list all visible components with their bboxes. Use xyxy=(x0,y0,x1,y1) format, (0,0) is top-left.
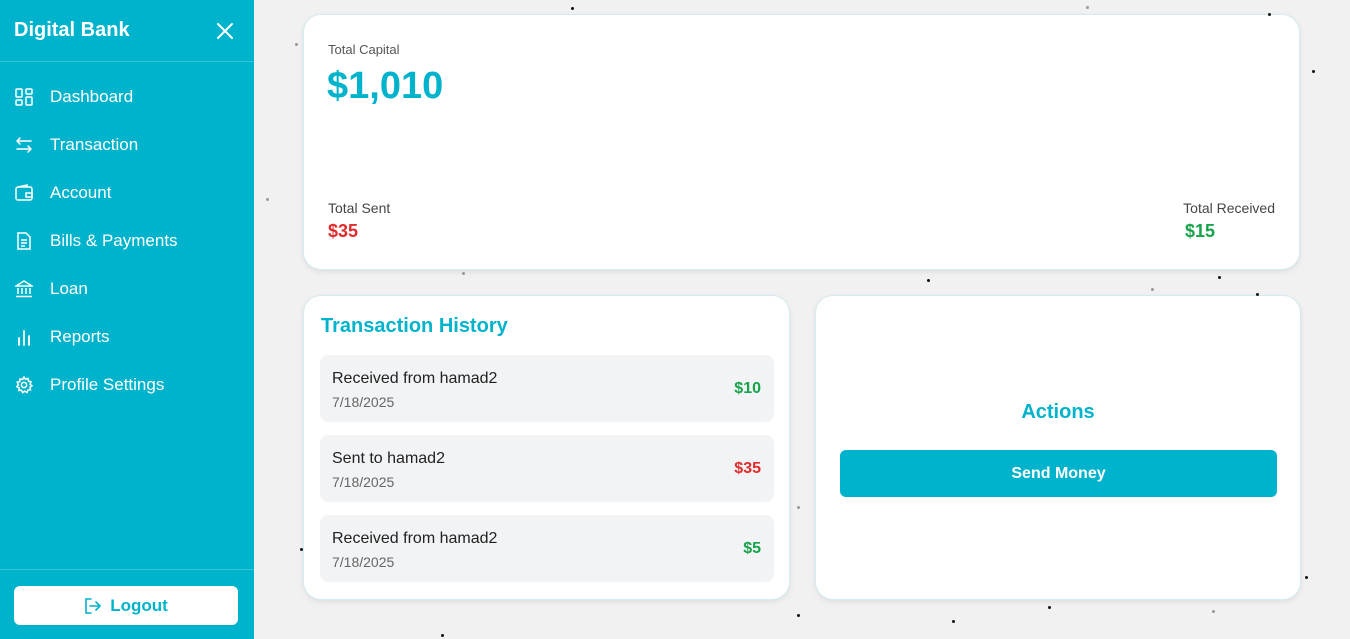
close-sidebar-button[interactable] xyxy=(214,20,236,42)
transaction-amount: $35 xyxy=(734,460,761,477)
sidebar-item-label: Reports xyxy=(50,327,110,346)
arrows-swap-icon xyxy=(14,135,34,155)
sidebar-nav: Dashboard Transaction Account Bills & Pa… xyxy=(0,62,254,409)
sidebar-item-label: Loan xyxy=(50,279,88,298)
sidebar-item-reports[interactable]: Reports xyxy=(0,313,254,361)
sidebar-item-bills-payments[interactable]: Bills & Payments xyxy=(0,217,254,265)
sidebar-item-label: Bills & Payments xyxy=(50,231,178,250)
transaction-description: Received from hamad2 xyxy=(332,370,498,387)
background-dot xyxy=(295,43,298,46)
logout-label: Logout xyxy=(110,595,168,615)
background-dot xyxy=(441,634,444,637)
total-capital-value: $1,010 xyxy=(327,65,444,107)
background-dot xyxy=(952,620,955,623)
background-dot xyxy=(462,272,465,275)
background-dot xyxy=(797,614,800,617)
transaction-item[interactable]: Received from hamad2 7/18/2025 $10 xyxy=(320,355,774,422)
total-capital-card: Total Capital $1,010 Total Sent $35 Tota… xyxy=(303,14,1300,270)
sidebar-item-profile-settings[interactable]: Profile Settings xyxy=(0,361,254,409)
background-dot xyxy=(300,548,303,551)
transaction-history-title: Transaction History xyxy=(321,315,508,337)
background-dot xyxy=(797,506,800,509)
background-dot xyxy=(1256,293,1259,296)
transaction-amount: $5 xyxy=(743,540,761,557)
background-dot xyxy=(1218,276,1221,279)
transaction-item[interactable]: Received from hamad2 7/18/2025 $5 xyxy=(320,515,774,582)
transaction-description: Sent to hamad2 xyxy=(332,450,445,467)
sidebar-item-transaction[interactable]: Transaction xyxy=(0,121,254,169)
sidebar-item-label: Dashboard xyxy=(50,87,134,106)
background-dot xyxy=(1151,288,1154,291)
background-dot xyxy=(927,279,930,282)
total-received-value: $15 xyxy=(1185,221,1216,241)
background-dot xyxy=(1268,13,1271,16)
total-sent-value: $35 xyxy=(328,221,359,241)
close-icon xyxy=(217,22,233,39)
actions-title: Actions xyxy=(1021,401,1095,423)
background-dot xyxy=(571,7,574,10)
total-sent-label: Total Sent xyxy=(328,200,391,216)
transaction-date: 7/18/2025 xyxy=(332,474,395,490)
send-money-button[interactable]: Send Money xyxy=(840,450,1277,497)
background-dot xyxy=(1048,606,1051,609)
transaction-date: 7/18/2025 xyxy=(332,394,395,410)
sidebar-header: Digital Bank xyxy=(0,0,254,62)
sidebar-footer: Logout xyxy=(0,569,254,639)
document-icon xyxy=(14,231,34,251)
actions-card: Actions Send Money xyxy=(815,295,1301,600)
logout-icon xyxy=(85,597,102,614)
bar-chart-icon xyxy=(14,327,34,347)
gear-icon xyxy=(14,375,34,395)
total-capital-label: Total Capital xyxy=(328,42,400,57)
background-dot xyxy=(1086,6,1089,9)
sidebar-item-dashboard[interactable]: Dashboard xyxy=(0,73,254,121)
background-dot xyxy=(266,198,269,201)
sidebar: Digital Bank Dashboard Transaction Accou… xyxy=(0,0,254,639)
bank-icon xyxy=(14,279,34,299)
background-dot xyxy=(1212,610,1215,613)
logout-button[interactable]: Logout xyxy=(14,586,238,625)
brand-title: Digital Bank xyxy=(14,19,130,41)
transaction-amount: $10 xyxy=(734,380,761,397)
sidebar-item-label: Profile Settings xyxy=(50,375,165,394)
sidebar-item-label: Transaction xyxy=(50,135,139,154)
transaction-date: 7/18/2025 xyxy=(332,554,395,570)
total-received-label: Total Received xyxy=(1183,200,1275,216)
transaction-description: Received from hamad2 xyxy=(332,530,498,547)
background-dot xyxy=(1305,576,1308,579)
sidebar-item-loan[interactable]: Loan xyxy=(0,265,254,313)
sidebar-item-account[interactable]: Account xyxy=(0,169,254,217)
sidebar-item-label: Account xyxy=(50,183,112,202)
wallet-icon xyxy=(14,183,34,203)
background-dot xyxy=(1312,70,1315,73)
transaction-item[interactable]: Sent to hamad2 7/18/2025 $35 xyxy=(320,435,774,502)
transaction-history-card: Transaction History Received from hamad2… xyxy=(303,295,790,600)
dashboard-grid-icon xyxy=(14,87,34,107)
